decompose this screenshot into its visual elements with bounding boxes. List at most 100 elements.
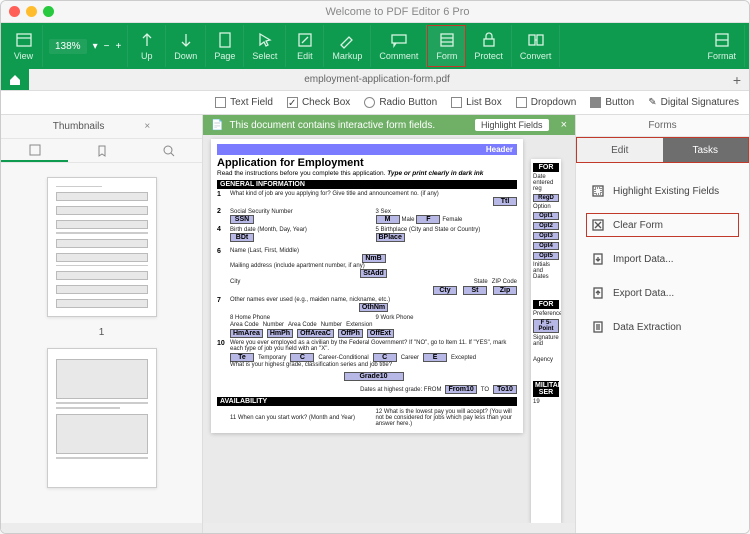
form-field-opt5[interactable]: Opt5 xyxy=(533,252,559,260)
form-field-cc[interactable]: C xyxy=(290,353,314,362)
form-field-ssn[interactable]: SSN xyxy=(230,215,254,224)
form-field-bplace[interactable]: BPlace xyxy=(376,233,405,242)
protect-tool[interactable]: Protect xyxy=(466,25,512,67)
task-data-extraction[interactable]: Data Extraction xyxy=(586,315,739,339)
down-arrow-icon xyxy=(177,31,195,49)
close-banner-button[interactable]: × xyxy=(561,119,567,131)
interactive-fields-banner: 📄 This document contains interactive for… xyxy=(203,115,575,135)
bookmark-tab[interactable] xyxy=(68,139,135,162)
zoom-minus[interactable]: − xyxy=(104,41,110,52)
dropdown-control[interactable]: Dropdown xyxy=(516,97,577,108)
form-field-state[interactable]: St xyxy=(463,286,487,295)
form-field-hmph[interactable]: HmPh xyxy=(267,329,293,338)
form-field-5point[interactable]: F 5-Point xyxy=(533,319,559,333)
format-icon xyxy=(713,31,731,49)
comment-icon xyxy=(390,31,408,49)
form-controls-bar: Text Field ✓Check Box Radio Button List … xyxy=(1,91,749,115)
window-controls xyxy=(9,6,54,17)
thumbnail-tab[interactable] xyxy=(1,139,68,162)
document-tab[interactable]: employment-application-form.pdf xyxy=(29,69,725,90)
doc-scrollbar[interactable] xyxy=(203,523,575,533)
search-tab[interactable] xyxy=(135,139,202,162)
form-field-othername[interactable]: OthNm xyxy=(359,303,388,312)
highlight-fields-button[interactable]: Highlight Fields xyxy=(475,119,549,131)
form-field-opt3[interactable]: Opt3 xyxy=(533,232,559,240)
form-field-car[interactable]: C xyxy=(373,353,397,362)
convert-tool[interactable]: Convert xyxy=(512,25,561,67)
list-box-control[interactable]: List Box xyxy=(451,97,502,108)
add-tab-button[interactable]: + xyxy=(725,69,749,90)
page-thumbnail-2[interactable] xyxy=(47,348,157,488)
task-import-data[interactable]: Import Data... xyxy=(586,247,739,271)
thumbnails-header: Thumbnails × xyxy=(1,115,202,139)
document-scroll[interactable]: Header Application for Employment Read t… xyxy=(203,135,575,523)
text-field-control[interactable]: Text Field xyxy=(215,97,273,108)
minimize-window-button[interactable] xyxy=(26,6,37,17)
task-export-data[interactable]: Export Data... xyxy=(586,281,739,305)
view-icon xyxy=(15,31,33,49)
form-field-regd[interactable]: RegD xyxy=(533,194,559,202)
form-field-ttl[interactable]: Ttl xyxy=(493,197,517,206)
form-field-opt4[interactable]: Opt4 xyxy=(533,242,559,250)
form-field-exc[interactable]: E xyxy=(423,353,447,362)
form-field-offarea[interactable]: OffAreaC xyxy=(297,329,334,338)
form-field-header[interactable]: Header xyxy=(217,144,517,155)
thumbnails-title: Thumbnails xyxy=(53,121,105,132)
format-tool[interactable]: Format xyxy=(699,25,745,67)
document-page-right-strip: FOR Date entered reg RegD Option Opt1 Op… xyxy=(531,159,561,523)
thumbnails-list[interactable]: 1 xyxy=(1,163,202,523)
form-field-male[interactable]: M xyxy=(376,215,400,224)
form-field-city[interactable]: Cty xyxy=(433,286,457,295)
form-field-to10[interactable]: To10 xyxy=(493,385,517,394)
thumbnail-icon xyxy=(28,143,42,157)
form-field-from10[interactable]: From10 xyxy=(445,385,476,394)
form-field-opt2[interactable]: Opt2 xyxy=(533,222,559,230)
form-field-female[interactable]: F xyxy=(416,215,440,224)
close-window-button[interactable] xyxy=(9,6,20,17)
section-availability: AVAILABILITY xyxy=(217,397,517,406)
button-control[interactable]: Button xyxy=(590,97,634,108)
highlight-icon xyxy=(591,184,605,198)
form-field-te[interactable]: Te xyxy=(230,353,254,362)
form-field-opt1[interactable]: Opt1 xyxy=(533,212,559,220)
page-up-tool[interactable]: Up xyxy=(128,25,166,67)
form-field-offext[interactable]: OffExt xyxy=(367,329,394,338)
maximize-window-button[interactable] xyxy=(43,6,54,17)
page-tool[interactable]: Page xyxy=(206,25,244,67)
home-tab[interactable] xyxy=(1,69,29,90)
list-box-icon xyxy=(451,97,462,108)
convert-icon xyxy=(527,31,545,49)
form-tool[interactable]: Form xyxy=(427,25,466,67)
zoom-control[interactable]: 138% ▾ − + xyxy=(43,25,128,67)
tab-edit[interactable]: Edit xyxy=(577,138,663,162)
close-panel-button[interactable]: × xyxy=(144,121,150,132)
form-field-name[interactable]: NmB xyxy=(362,254,386,263)
task-clear-form[interactable]: Clear Form xyxy=(586,213,739,237)
page-thumbnail-1[interactable] xyxy=(47,177,157,317)
thumbnails-scrollbar[interactable] xyxy=(1,523,202,533)
tab-tasks[interactable]: Tasks xyxy=(663,138,749,162)
search-icon xyxy=(162,144,176,158)
form-field-bdt[interactable]: BDt xyxy=(230,233,254,242)
select-tool[interactable]: Select xyxy=(244,25,286,67)
form-field-grade[interactable]: Grade10 xyxy=(344,372,404,381)
cursor-icon xyxy=(256,31,274,49)
forms-panel-tabs: Edit Tasks xyxy=(576,137,749,163)
task-highlight-fields[interactable]: Highlight Existing Fields xyxy=(586,179,739,203)
form-field-address[interactable]: StAdd xyxy=(360,269,387,278)
form-field-zip[interactable]: Zip xyxy=(493,286,517,295)
form-field-hmarea[interactable]: HmArea xyxy=(230,329,263,338)
signature-icon: ✎ xyxy=(648,97,656,108)
zoom-value[interactable]: 138% xyxy=(49,39,87,54)
markup-tool[interactable]: Markup xyxy=(324,25,371,67)
document-page: Header Application for Employment Read t… xyxy=(211,139,523,433)
page-down-tool[interactable]: Down xyxy=(166,25,206,67)
form-field-offph[interactable]: OffPh xyxy=(338,329,363,338)
zoom-plus[interactable]: + xyxy=(115,41,121,52)
comment-tool[interactable]: Comment xyxy=(371,25,427,67)
check-box-control[interactable]: ✓Check Box xyxy=(287,97,350,108)
view-tool[interactable]: View xyxy=(5,25,43,67)
edit-tool[interactable]: Edit xyxy=(286,25,324,67)
digital-signatures-control[interactable]: ✎Digital Signatures xyxy=(648,97,739,108)
radio-button-control[interactable]: Radio Button xyxy=(364,97,437,108)
